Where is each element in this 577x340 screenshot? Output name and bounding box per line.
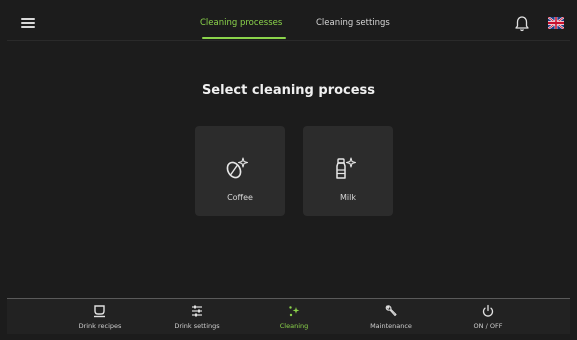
bottom-navigation: Drink recipes Drink settings Cleaning Ma… — [7, 298, 570, 334]
sparkle-icon — [289, 306, 300, 317]
bell-icon[interactable] — [514, 15, 530, 33]
nav-drink-settings[interactable]: Drink settings — [154, 299, 240, 334]
nav-drink-recipes[interactable]: Drink recipes — [57, 299, 143, 334]
main-content: Select cleaning process Coffee Milk — [7, 41, 570, 297]
nav-maintenance[interactable]: Maintenance — [348, 299, 434, 334]
hamburger-icon-line — [21, 22, 35, 24]
tab-cleaning-processes[interactable]: Cleaning processes — [200, 18, 282, 28]
cup-icon — [94, 305, 105, 318]
uk-flag-icon[interactable] — [548, 17, 564, 29]
coffee-option-label: Coffee — [227, 193, 253, 202]
coffee-bean-sparkle-icon — [226, 157, 249, 179]
hamburger-icon-line — [21, 26, 35, 28]
menu-button[interactable] — [21, 16, 35, 30]
milk-cleaning-option[interactable]: Milk — [303, 126, 393, 216]
app-screen: Cleaning processes Cleaning settings Sel… — [7, 7, 570, 334]
milk-bottle-sparkle-icon — [336, 157, 357, 179]
milk-option-label: Milk — [340, 193, 356, 202]
nav-label: Drink recipes — [78, 322, 122, 330]
nav-label: Drink settings — [174, 322, 220, 330]
power-icon — [482, 304, 494, 317]
nav-cleaning[interactable]: Cleaning — [251, 299, 337, 334]
coffee-cleaning-option[interactable]: Coffee — [195, 126, 285, 216]
nav-label: Maintenance — [370, 322, 412, 330]
page-title: Select cleaning process — [201, 83, 376, 98]
nav-label: ON / OFF — [473, 322, 503, 330]
nav-on-off[interactable]: ON / OFF — [445, 299, 531, 334]
active-tab-indicator — [202, 37, 286, 39]
hamburger-icon-line — [21, 18, 35, 20]
top-bar: Cleaning processes Cleaning settings — [7, 7, 570, 41]
sliders-icon — [192, 305, 202, 317]
tab-cleaning-settings[interactable]: Cleaning settings — [316, 18, 390, 28]
nav-label: Cleaning — [279, 322, 309, 330]
wrench-icon — [385, 305, 397, 317]
